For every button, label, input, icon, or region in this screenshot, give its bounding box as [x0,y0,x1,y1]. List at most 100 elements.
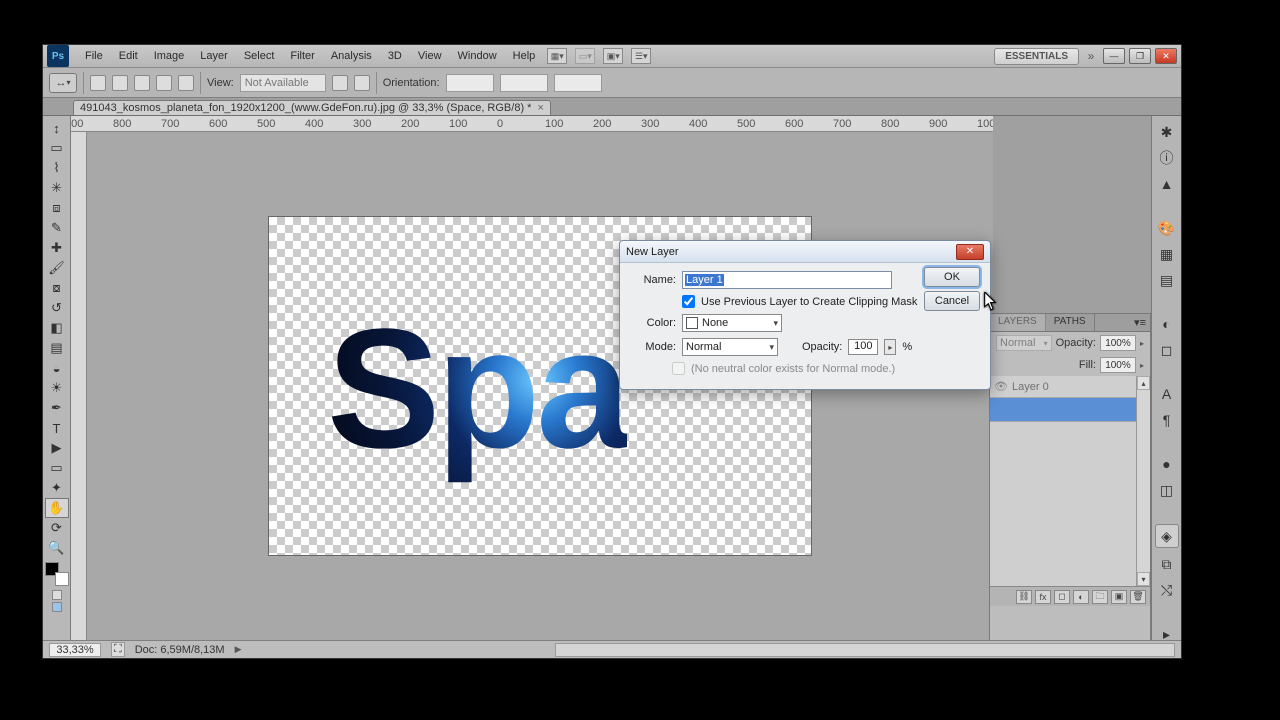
eraser-tool-icon[interactable]: ◧ [45,318,69,338]
paragraph-panel-icon[interactable]: ¶ [1156,410,1178,430]
layers-panel-icon[interactable]: ◈ [1155,524,1179,548]
opacity-flyout-icon[interactable]: ▸ [1140,339,1144,348]
navigator-panel-icon[interactable]: ✱ [1156,122,1178,142]
quick-mask-toggle[interactable] [45,590,69,618]
dodge-tool-icon[interactable]: ☀ [45,378,69,398]
swatches-panel-icon[interactable]: ▦ [1156,244,1178,264]
menu-image[interactable]: Image [146,50,193,62]
layer-row[interactable]: 👁 Layer 0 [990,376,1150,398]
layer-color-dropdown[interactable]: None ▾ [682,314,782,332]
foreground-background-colors[interactable] [45,562,69,586]
menu-edit[interactable]: Edit [111,50,146,62]
delete-layer-icon[interactable]: 🗑 [1130,590,1146,604]
color-panel-icon[interactable]: 🎨 [1156,218,1178,238]
window-restore-button[interactable]: ❐ [1129,48,1151,64]
screen-mode-icon[interactable]: ▣▾ [603,48,623,64]
rotate-view-tool-icon[interactable]: ⟳ [45,518,69,538]
type-tool-icon[interactable]: T [45,418,69,438]
menu-file[interactable]: File [77,50,111,62]
option-icon-7[interactable] [354,75,370,91]
background-color-swatch[interactable] [55,572,69,586]
menu-view[interactable]: View [410,50,450,62]
menu-3d[interactable]: 3D [380,50,410,62]
adjustments-panel-icon[interactable]: ◐ [1156,314,1178,334]
layer-group-icon[interactable]: 🗀 [1092,590,1108,604]
fill-value[interactable]: 100% [1100,357,1136,373]
lasso-tool-icon[interactable]: ⌇ [45,158,69,178]
launch-bridge-icon[interactable]: ▦▾ [547,48,567,64]
pen-tool-icon[interactable]: ✒ [45,398,69,418]
opacity-value[interactable]: 100% [1100,335,1136,351]
option-icon-1[interactable] [90,75,106,91]
dialog-titlebar[interactable]: New Layer ✕ [620,241,990,263]
marquee-tool-icon[interactable]: ▭ [45,138,69,158]
workspace-switcher[interactable]: ESSENTIALS [994,48,1079,65]
menu-layer[interactable]: Layer [192,50,236,62]
expand-panels-icon[interactable]: » [1083,48,1099,64]
layer-style-icon[interactable]: fx [1035,590,1051,604]
layer-visibility-icon[interactable]: 👁 [994,380,1008,393]
document-tab[interactable]: 491043_kosmos_planeta_fon_1920x1200_(www… [73,100,551,115]
brush-tool-icon[interactable]: 🖌 [45,258,69,278]
blur-tool-icon[interactable]: ◒ [45,358,69,378]
blend-mode-dropdown[interactable]: Normal▾ [996,335,1052,351]
info-panel-icon[interactable]: ⓘ [1156,148,1178,168]
menu-help[interactable]: Help [505,50,544,62]
window-minimize-button[interactable]: — [1103,48,1125,64]
character-panel-icon[interactable]: A [1156,384,1178,404]
dialog-opacity-input[interactable]: 100 [848,339,878,355]
adjustment-layer-icon[interactable]: ◐ [1073,590,1089,604]
zoom-level-field[interactable]: 33,33% [49,643,101,657]
option-icon-4[interactable] [156,75,172,91]
blend-mode-dropdown[interactable]: Normal ▾ [682,338,778,356]
channels-panel-icon[interactable]: ⧉ [1156,554,1178,574]
shape-tool-icon[interactable]: ▭ [45,458,69,478]
tab-paths[interactable]: PATHS [1046,314,1095,331]
layer-mask-icon[interactable]: ◻ [1054,590,1070,604]
orientation-field-1[interactable] [446,74,494,92]
menu-window[interactable]: Window [450,50,505,62]
close-tab-icon[interactable]: × [537,102,543,114]
crop-tool-icon[interactable]: ⧈ [45,198,69,218]
clipping-mask-checkbox[interactable] [682,295,695,308]
paths-panel-icon[interactable]: ⤭ [1156,580,1178,600]
histogram-panel-icon[interactable]: ▲ [1156,174,1178,194]
styles-panel-icon[interactable]: ▤ [1156,270,1178,290]
gradient-tool-icon[interactable]: ▤ [45,338,69,358]
menu-select[interactable]: Select [236,50,283,62]
panel-menu-icon[interactable]: ▾≡ [1130,314,1150,331]
layer-name-input[interactable]: Layer 1 [682,271,892,289]
ok-button[interactable]: OK [924,267,980,287]
option-icon-2[interactable] [112,75,128,91]
option-icon-6[interactable] [332,75,348,91]
opacity-spinner[interactable]: ▸ [884,339,896,355]
masks-panel-icon[interactable]: ◻ [1156,340,1178,360]
tab-layers[interactable]: LAYERS [990,314,1046,331]
magic-wand-tool-icon[interactable]: ✳ [45,178,69,198]
option-icon-3[interactable] [134,75,150,91]
menu-analysis[interactable]: Analysis [323,50,380,62]
history-brush-tool-icon[interactable]: ↺ [45,298,69,318]
3d-tool-icon[interactable]: ✦ [45,478,69,498]
extras-icon[interactable]: ☰▾ [631,48,651,64]
dialog-close-button[interactable]: ✕ [956,244,984,260]
window-close-button[interactable]: ✕ [1155,48,1177,64]
zoom-tool-icon[interactable]: 🔍 [45,538,69,558]
arrange-documents-icon[interactable]: ▭▾ [575,48,595,64]
horizontal-scrollbar[interactable] [555,643,1175,657]
brush-panel-icon[interactable]: ● [1156,454,1178,474]
option-icon-5[interactable] [178,75,194,91]
orientation-field-3[interactable] [554,74,602,92]
scroll-up-icon[interactable]: ▴ [1137,376,1150,390]
fill-flyout-icon[interactable]: ▸ [1140,361,1144,370]
eyedropper-tool-icon[interactable]: ✎ [45,218,69,238]
tool-preset-picker[interactable]: ↔▾ [49,73,77,93]
path-selection-tool-icon[interactable]: ▶ [45,438,69,458]
layer-row-selected[interactable] [990,398,1150,422]
orientation-field-2[interactable] [500,74,548,92]
menu-filter[interactable]: Filter [282,50,322,62]
doc-info-flyout-icon[interactable]: ▶ [235,644,242,655]
scroll-down-icon[interactable]: ▾ [1137,572,1150,586]
cancel-button[interactable]: Cancel [924,291,980,311]
new-layer-icon[interactable]: ▣ [1111,590,1127,604]
